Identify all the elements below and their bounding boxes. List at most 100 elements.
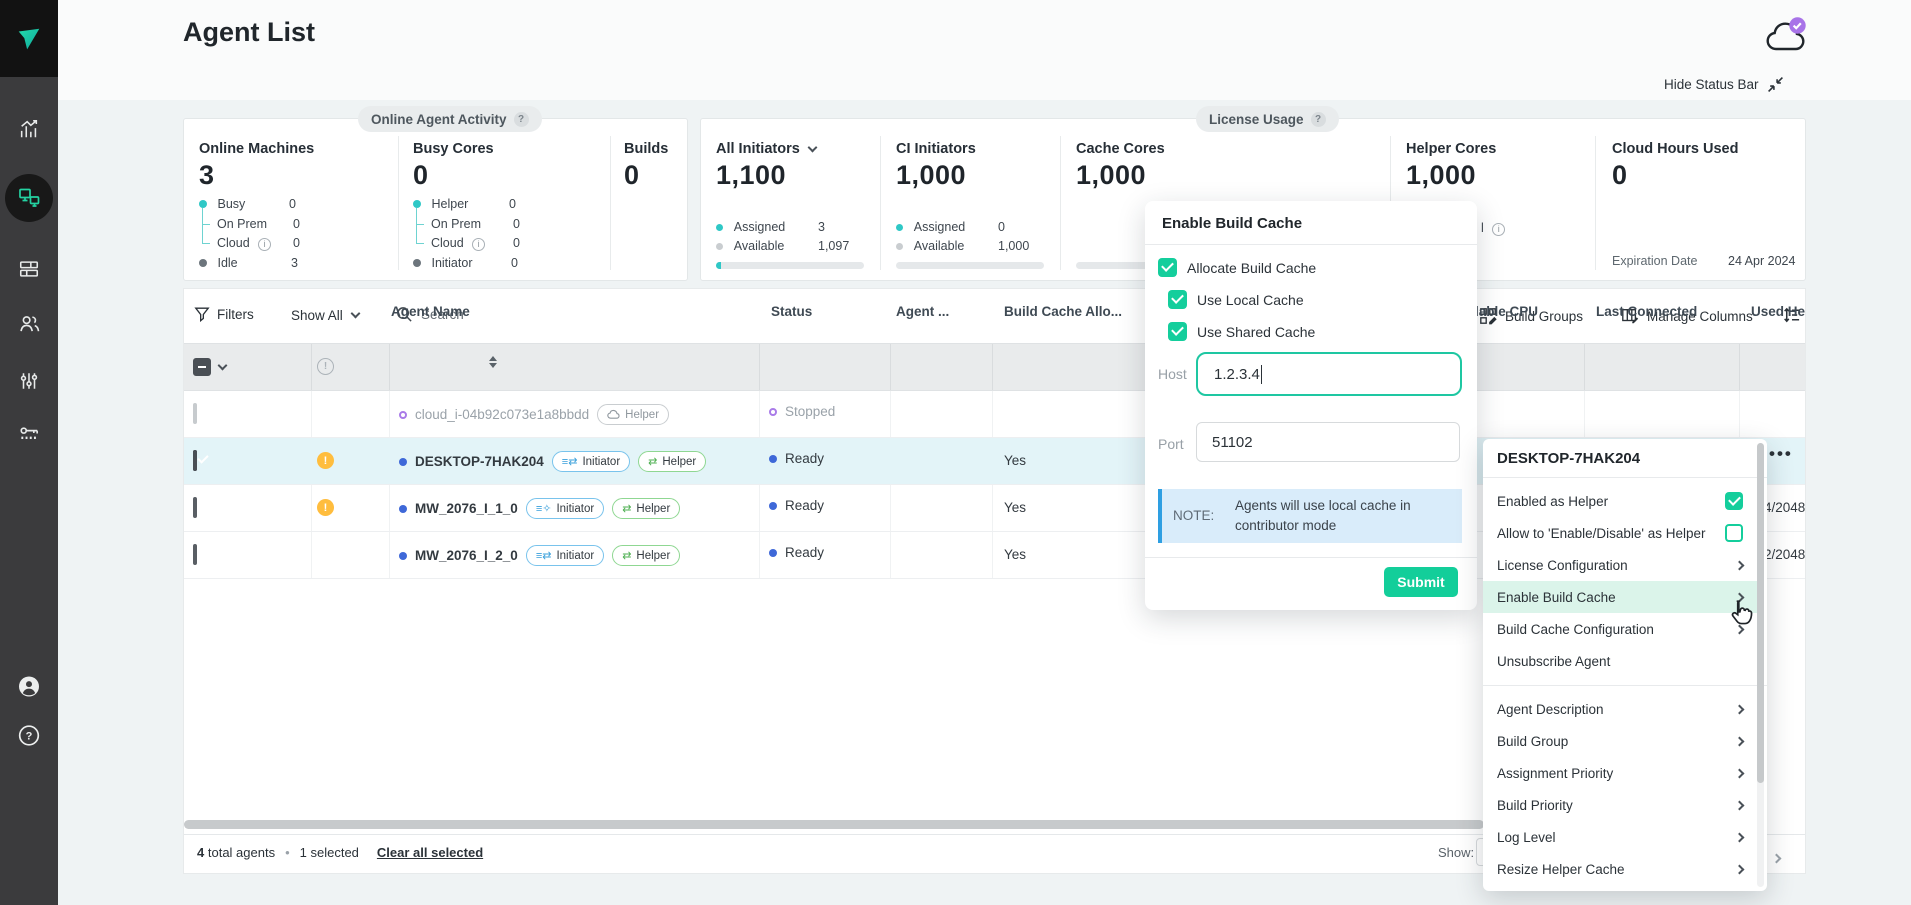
table-row[interactable]: MW_2076_I_2_0 ≡⇄ Initiator ⇄ Helper [399, 545, 680, 566]
build-cache-cell: Yes [1004, 453, 1026, 468]
helper-badge: ⇄ Helper [638, 451, 706, 472]
available-dot [896, 243, 903, 250]
menu-item-assignment-priority[interactable]: Assignment Priority [1483, 757, 1757, 789]
chevron-right-icon [1735, 704, 1745, 714]
sidebar-item-users[interactable] [17, 311, 41, 335]
menu-item-build-priority[interactable]: Build Priority [1483, 789, 1757, 821]
all-initiators-value: 1,100 [716, 160, 786, 191]
col-header-status[interactable]: Status [771, 304, 812, 319]
cloud-status-button[interactable] [1764, 16, 1810, 61]
menu-item-enabled-as-helper[interactable]: Enabled as Helper [1483, 485, 1757, 517]
submit-button[interactable]: Submit [1384, 567, 1458, 597]
select-all-checkbox[interactable] [193, 358, 226, 376]
use-local-cache-checkbox[interactable]: Use Local Cache [1168, 290, 1304, 309]
warning-icon[interactable]: ! [317, 452, 334, 469]
assigned-row: Assigned [896, 220, 965, 234]
sliders-icon [18, 370, 40, 392]
menu-item-license-configuration[interactable]: License Configuration [1483, 549, 1757, 581]
menu-scrollbar-track[interactable] [1757, 443, 1764, 887]
sidebar-item-license[interactable] [17, 421, 41, 445]
chevron-down-icon [807, 142, 817, 152]
sidebar-item-agents[interactable] [5, 174, 53, 222]
tree-row-idle: Idle [199, 256, 238, 270]
row-checkbox[interactable] [193, 452, 197, 470]
show-all-dropdown[interactable]: Show All [291, 308, 359, 323]
agent-dot [399, 458, 407, 466]
table-row[interactable]: DESKTOP-7HAK204 ≡⇄ Initiator ⇄ Helper [399, 451, 706, 472]
sidebar-item-settings[interactable] [17, 369, 41, 393]
allocate-build-cache-checkbox[interactable]: Allocate Build Cache [1158, 258, 1316, 277]
select-all-indeterminate-checkbox[interactable] [193, 358, 211, 376]
menu-item-unsubscribe-agent[interactable]: Unsubscribe Agent [1483, 645, 1757, 677]
popup-title: Enable Build Cache [1162, 215, 1302, 232]
col-header-used-helper[interactable]: Used He [1751, 304, 1805, 319]
port-label: Port [1158, 436, 1184, 452]
status-label: Ready [785, 545, 824, 560]
col-header-last-connected[interactable]: Last Connected [1596, 304, 1697, 319]
menu-item-log-level[interactable]: Log Level [1483, 821, 1757, 853]
col-header-agent-name[interactable]: Agent Name [391, 304, 470, 319]
filters-button[interactable]: Filters [194, 306, 254, 322]
menu-item-agent-description[interactable]: Agent Description [1483, 693, 1757, 725]
license-key-icon [18, 422, 41, 445]
chevron-down-icon[interactable] [218, 360, 228, 370]
row-checkbox[interactable] [193, 405, 197, 423]
menu-item-build-cache-configuration[interactable]: Build Cache Configuration [1483, 613, 1757, 645]
horizontal-scrollbar[interactable] [184, 820, 1484, 829]
menu-item-resize-helper-cache[interactable]: Resize Helper Cache [1483, 853, 1757, 885]
info-icon[interactable]: ? [1311, 112, 1326, 127]
col-header-agent[interactable]: Agent ... [896, 304, 949, 319]
app-logo[interactable] [0, 0, 58, 77]
menu-item-enable-build-cache[interactable]: Enable Build Cache [1483, 581, 1757, 613]
online-machines-title: Online Machines [199, 141, 314, 157]
warning-icon[interactable]: ! [317, 499, 334, 516]
agent-context-menu: DESKTOP-7HAK204 Enabled as Helper Allow … [1483, 439, 1767, 891]
available-row: Available [716, 239, 784, 253]
info-icon[interactable]: i [1492, 223, 1505, 236]
online-machines-value: 3 [199, 160, 215, 191]
sort-icon[interactable] [489, 356, 497, 368]
card-divider [1595, 136, 1596, 270]
col-header-build-cache[interactable]: Build Cache Allo... [1004, 304, 1122, 319]
next-page-button[interactable] [1773, 849, 1780, 867]
chevron-right-icon [1735, 736, 1745, 746]
port-input[interactable]: 51102 [1196, 422, 1460, 462]
tree-line [416, 208, 417, 244]
helper-badge: ⇄ Helper [612, 498, 680, 519]
host-input[interactable]: 1.2.3.4 [1196, 352, 1462, 396]
sidebar-item-dashboard[interactable] [17, 257, 41, 281]
tree-row-initiator: Initiator [413, 256, 472, 270]
brand-logo-icon [14, 24, 44, 54]
helper-cores-value: 1,000 [1406, 160, 1476, 191]
available-row: Available [896, 239, 964, 253]
row-checkbox[interactable] [193, 499, 197, 517]
checkbox-empty-icon[interactable] [1725, 524, 1743, 542]
row-actions-button[interactable]: ••• [1769, 444, 1793, 464]
use-shared-cache-checkbox[interactable]: Use Shared Cache [1168, 322, 1315, 341]
info-icon[interactable]: i [472, 238, 485, 251]
menu-item-build-group[interactable]: Build Group [1483, 725, 1757, 757]
users-icon [18, 312, 41, 335]
info-icon[interactable]: ? [514, 112, 529, 127]
row-checkbox[interactable] [193, 546, 197, 564]
sidebar-item-analytics[interactable] [17, 117, 41, 141]
busy-value: 0 [289, 197, 296, 211]
sidebar-item-profile[interactable] [17, 674, 41, 698]
collapse-icon [1767, 76, 1784, 93]
ready-status-dot [769, 549, 777, 557]
clear-selected-link[interactable]: Clear all selected [377, 845, 483, 860]
chevron-right-icon [1772, 854, 1782, 864]
online-activity-pill: Online Agent Activity ? [358, 106, 542, 132]
info-icon[interactable]: i [258, 238, 271, 251]
table-row[interactable]: MW_2076_I_1_0 ≡✧ Initiator ⇄ Helper [399, 498, 680, 519]
sidebar-item-help[interactable]: ? [17, 723, 41, 747]
checkbox-checked-icon[interactable] [1725, 492, 1743, 510]
hide-status-bar-button[interactable]: Hide Status Bar [1664, 76, 1784, 93]
note-box: NOTE: Agents will use local cache in con… [1158, 489, 1462, 543]
menu-item-allow-enable-disable[interactable]: Allow to 'Enable/Disable' as Helper [1483, 517, 1757, 549]
table-row[interactable]: cloud_i-04b92c073e1a8bbdd Helper [399, 404, 669, 425]
build-cache-cell: Yes [1004, 500, 1026, 515]
busy-dot [199, 200, 207, 208]
tree-row-onprem: On Prem [217, 217, 267, 231]
all-initiators-header[interactable]: All Initiators [716, 141, 816, 157]
